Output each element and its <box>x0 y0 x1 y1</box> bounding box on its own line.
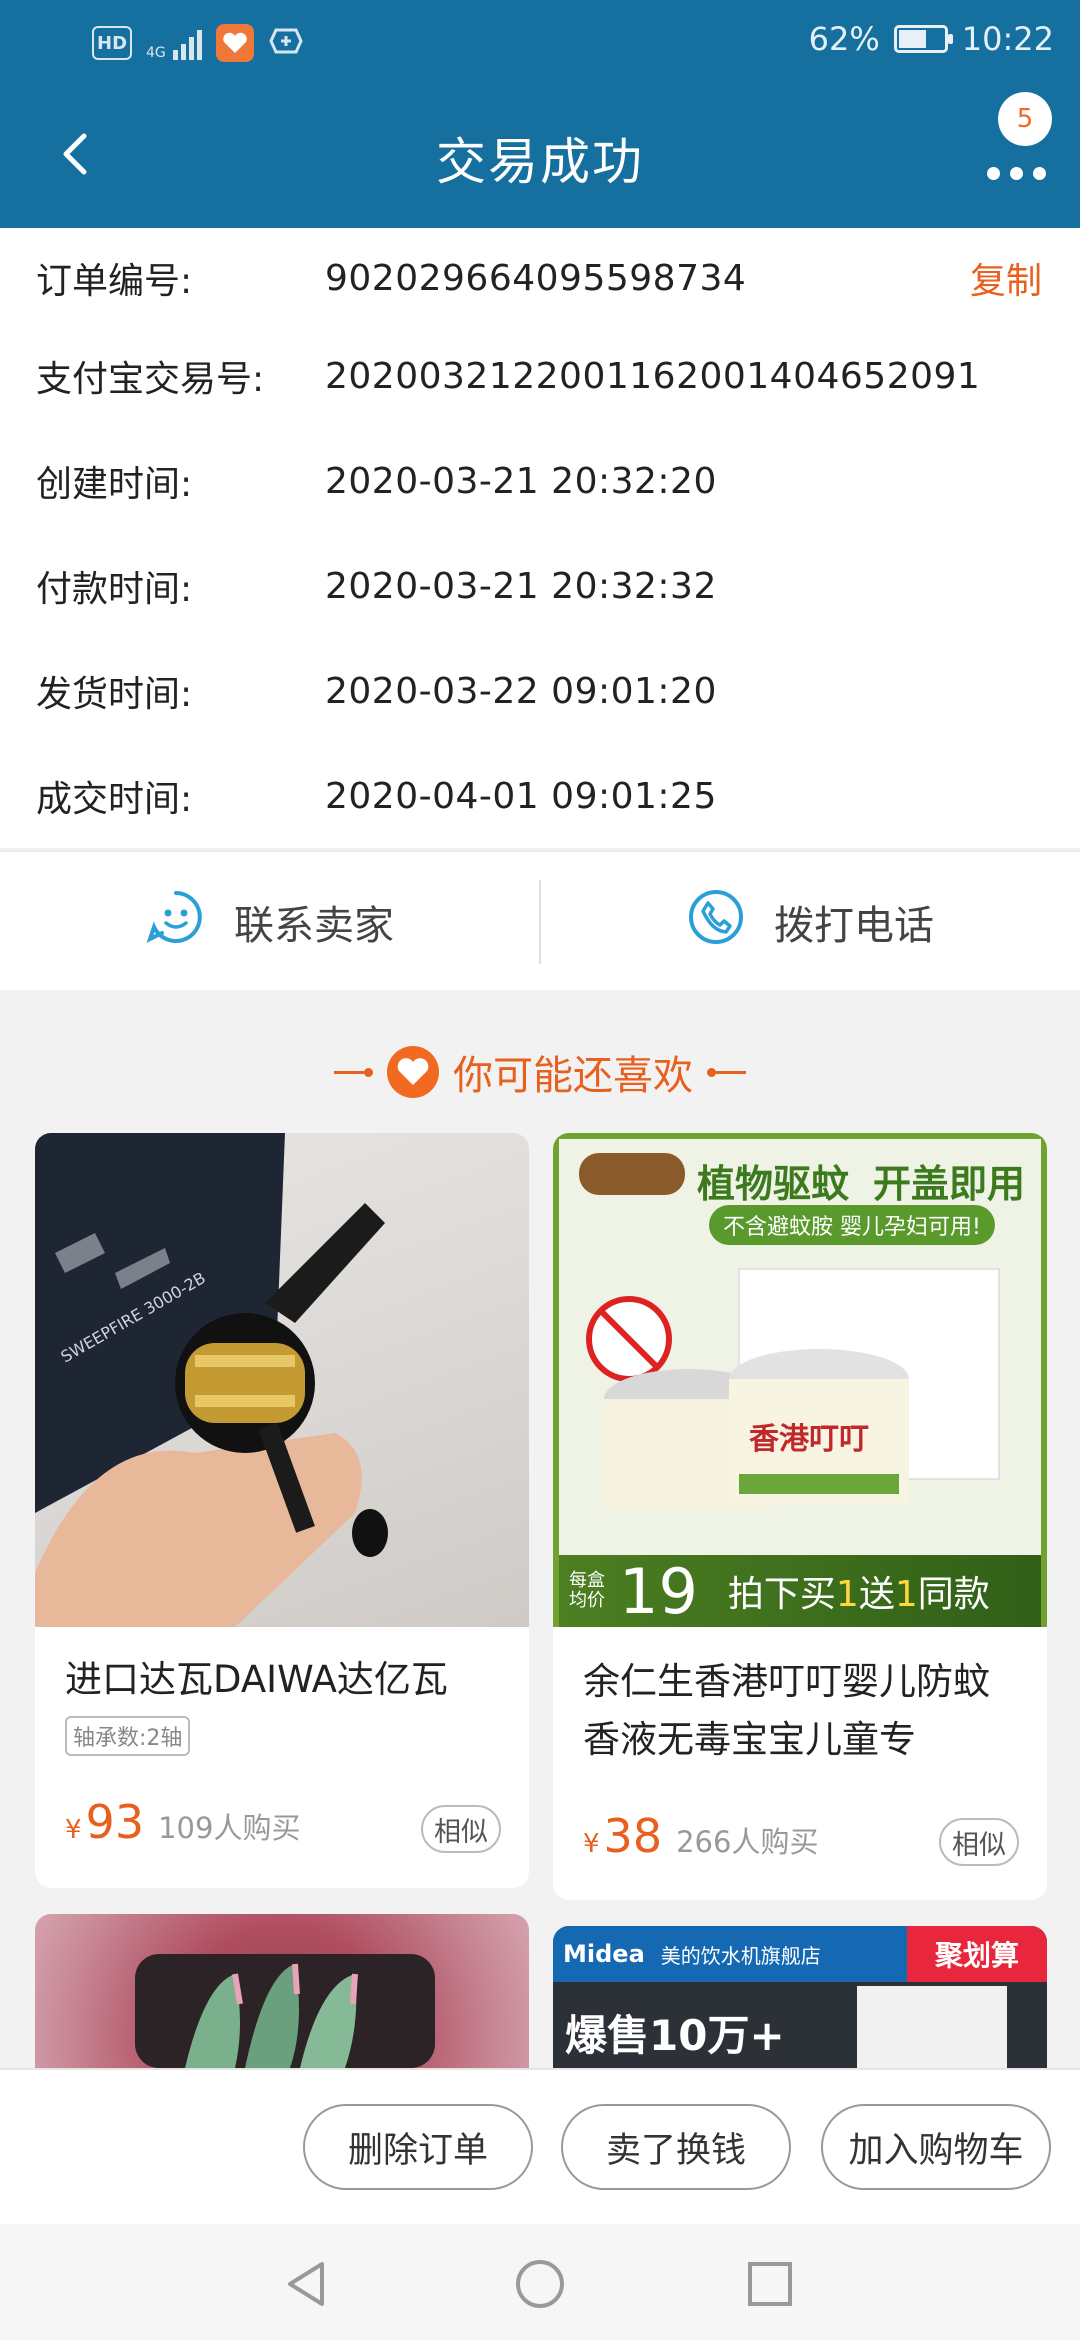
add-to-cart-button[interactable]: 加入购物车 <box>821 2104 1051 2190</box>
alipay-trade-label: 支付宝交易号: <box>36 359 265 400</box>
product-shape <box>857 1986 1007 2068</box>
copy-button[interactable]: 复制 <box>970 252 1042 304</box>
status-icons-left: HD 4G <box>92 24 304 62</box>
image-subtitle: 不含避蚊胺 婴儿孕妇可用! <box>709 1205 995 1245</box>
product-price: ¥ 93 109人购买 <box>65 1795 300 1849</box>
sold-count: 109人购买 <box>158 1811 301 1845</box>
contact-seller-label: 联系卖家 <box>234 903 394 949</box>
created-time-value: 2020-03-21 20:32:20 <box>325 460 717 502</box>
app-header: 交易成功 5 <box>0 84 1080 228</box>
network-type-label: 4G <box>146 45 166 61</box>
resell-button[interactable]: 卖了换钱 <box>561 2104 791 2190</box>
order-info-section: 订单编号: 902029664095598734 复制 支付宝交易号: 2020… <box>0 228 1080 848</box>
heart-icon <box>387 1046 439 1098</box>
image-store-text: 美的饮水机旗舰店 <box>660 1943 821 1968</box>
product-price: ¥ 38 266人购买 <box>583 1809 818 1863</box>
title-decoration-left <box>334 1067 373 1077</box>
image-headline: 爆售10万+ <box>565 2011 785 2060</box>
paid-time-label: 付款时间: <box>36 569 193 610</box>
price-value: 38 <box>603 1809 663 1863</box>
nav-back-triangle-icon[interactable] <box>278 2254 338 2314</box>
paid-time-row: 付款时间: 2020-03-21 20:32:32 <box>0 556 1080 616</box>
image-promo-text: 拍下买1送1同款 <box>727 1574 990 1615</box>
page-title: 交易成功 <box>436 133 644 191</box>
completed-time-label: 成交时间: <box>36 779 193 820</box>
product-card[interactable]: 植物驱蚊 开盖即用 不含避蚊胺 婴儿孕妇可用! 香港叮叮 每盒均价 19 拍下买… <box>553 1133 1047 1900</box>
shipped-time-row: 发货时间: 2020-03-22 09:01:20 <box>0 661 1080 721</box>
contact-bar: 联系卖家 拨打电话 <box>0 850 1080 990</box>
product-title[interactable]: 余仁生香港叮叮婴儿防蚊香液无毒宝宝儿童专 <box>583 1653 1017 1769</box>
battery-icon <box>893 25 953 53</box>
contact-seller-button[interactable]: 联系卖家 <box>0 852 540 992</box>
image-brand-text: Midea <box>563 1940 645 1968</box>
sold-count: 266人购买 <box>676 1825 819 1859</box>
recommend-title: 你可能还喜欢 <box>0 1036 1080 1108</box>
delete-order-button[interactable]: 删除订单 <box>303 2104 533 2190</box>
system-nav-bar <box>0 2224 1080 2340</box>
product-card[interactable]: SWEEPFIRE 3000-2B 进口达瓦DAIWA达亿瓦 轴承数:2轴 ¥ … <box>35 1133 529 1888</box>
product-image[interactable] <box>35 1914 529 2068</box>
similar-button[interactable]: 相似 <box>939 1818 1019 1866</box>
clock: 10:22 <box>961 20 1054 58</box>
similar-button[interactable]: 相似 <box>421 1805 501 1853</box>
image-price-value: 19 <box>619 1554 698 1628</box>
paid-time-value: 2020-03-21 20:32:32 <box>325 565 717 607</box>
product-spec-tag: 轴承数:2轴 <box>65 1716 191 1756</box>
created-time-row: 创建时间: 2020-03-21 20:32:20 <box>0 451 1080 511</box>
completed-time-value: 2020-04-01 09:01:25 <box>325 775 717 817</box>
phone-icon <box>686 887 746 957</box>
image-promo-tag: 聚划算 <box>907 1926 1047 1982</box>
status-bar: HD 4G 62% 10:22 <box>0 0 1080 84</box>
product-image[interactable]: SWEEPFIRE 3000-2B <box>35 1133 529 1627</box>
order-actions-bar: 删除订单 卖了换钱 加入购物车 <box>0 2068 1080 2224</box>
call-phone-label: 拨打电话 <box>774 903 934 949</box>
image-price-banner: 每盒均价 19 拍下买1送1同款 <box>559 1554 1041 1628</box>
image-headline: 植物驱蚊 <box>697 1162 850 1206</box>
completed-time-row: 成交时间: 2020-04-01 09:01:25 <box>0 766 1080 826</box>
image-store-banner: Midea 美的饮水机旗舰店 聚划算 <box>553 1926 1047 1982</box>
shipped-time-value: 2020-03-22 09:01:20 <box>325 670 717 712</box>
alipay-trade-value: 2020032122001162001404652091 <box>325 355 981 397</box>
product-title[interactable]: 进口达瓦DAIWA达亿瓦 <box>65 1651 499 1709</box>
currency-symbol: ¥ <box>583 1829 600 1859</box>
title-decoration-right <box>707 1067 746 1077</box>
recommend-title-text: 你可能还喜欢 <box>453 1053 693 1099</box>
product-image[interactable]: Midea 美的饮水机旗舰店 聚划算 爆售10万+ <box>553 1926 1047 2068</box>
nav-home-circle-icon[interactable] <box>510 2254 570 2314</box>
battery-percent: 62% <box>808 20 880 58</box>
shipped-time-label: 发货时间: <box>36 674 193 715</box>
image-price-label: 每盒均价 <box>569 1570 605 1611</box>
product-image[interactable]: 植物驱蚊 开盖即用 不含避蚊胺 婴儿孕妇可用! 香港叮叮 每盒均价 19 拍下买… <box>553 1133 1047 1627</box>
created-time-label: 创建时间: <box>36 464 193 505</box>
image-product-name: 香港叮叮 <box>749 1422 869 1457</box>
nav-recents-square-icon[interactable] <box>740 2254 800 2314</box>
notification-badge: 5 <box>998 92 1052 146</box>
product-card[interactable]: Midea 美的饮水机旗舰店 聚划算 爆售10万+ <box>553 1926 1047 2068</box>
hd-icon: HD <box>92 26 133 60</box>
status-icons-right: 62% 10:22 <box>809 20 1054 58</box>
brand-logo <box>579 1153 685 1195</box>
price-value: 93 <box>85 1795 145 1849</box>
call-phone-button[interactable]: 拨打电话 <box>540 852 1080 992</box>
alipay-trade-row: 支付宝交易号: 2020032122001162001404652091 <box>0 346 1080 406</box>
order-number-value: 902029664095598734 <box>325 257 747 299</box>
signal-icon: 4G <box>146 26 202 60</box>
product-card[interactable] <box>35 1914 529 2068</box>
currency-symbol: ¥ <box>65 1815 82 1845</box>
shield-status-icon <box>268 24 304 62</box>
order-number-row: 订单编号: 902029664095598734 复制 <box>0 248 1080 308</box>
chat-face-icon <box>146 887 206 957</box>
image-headline-2: 开盖即用 <box>873 1162 1026 1206</box>
order-number-label: 订单编号: <box>36 261 193 302</box>
health-app-icon <box>215 24 254 62</box>
